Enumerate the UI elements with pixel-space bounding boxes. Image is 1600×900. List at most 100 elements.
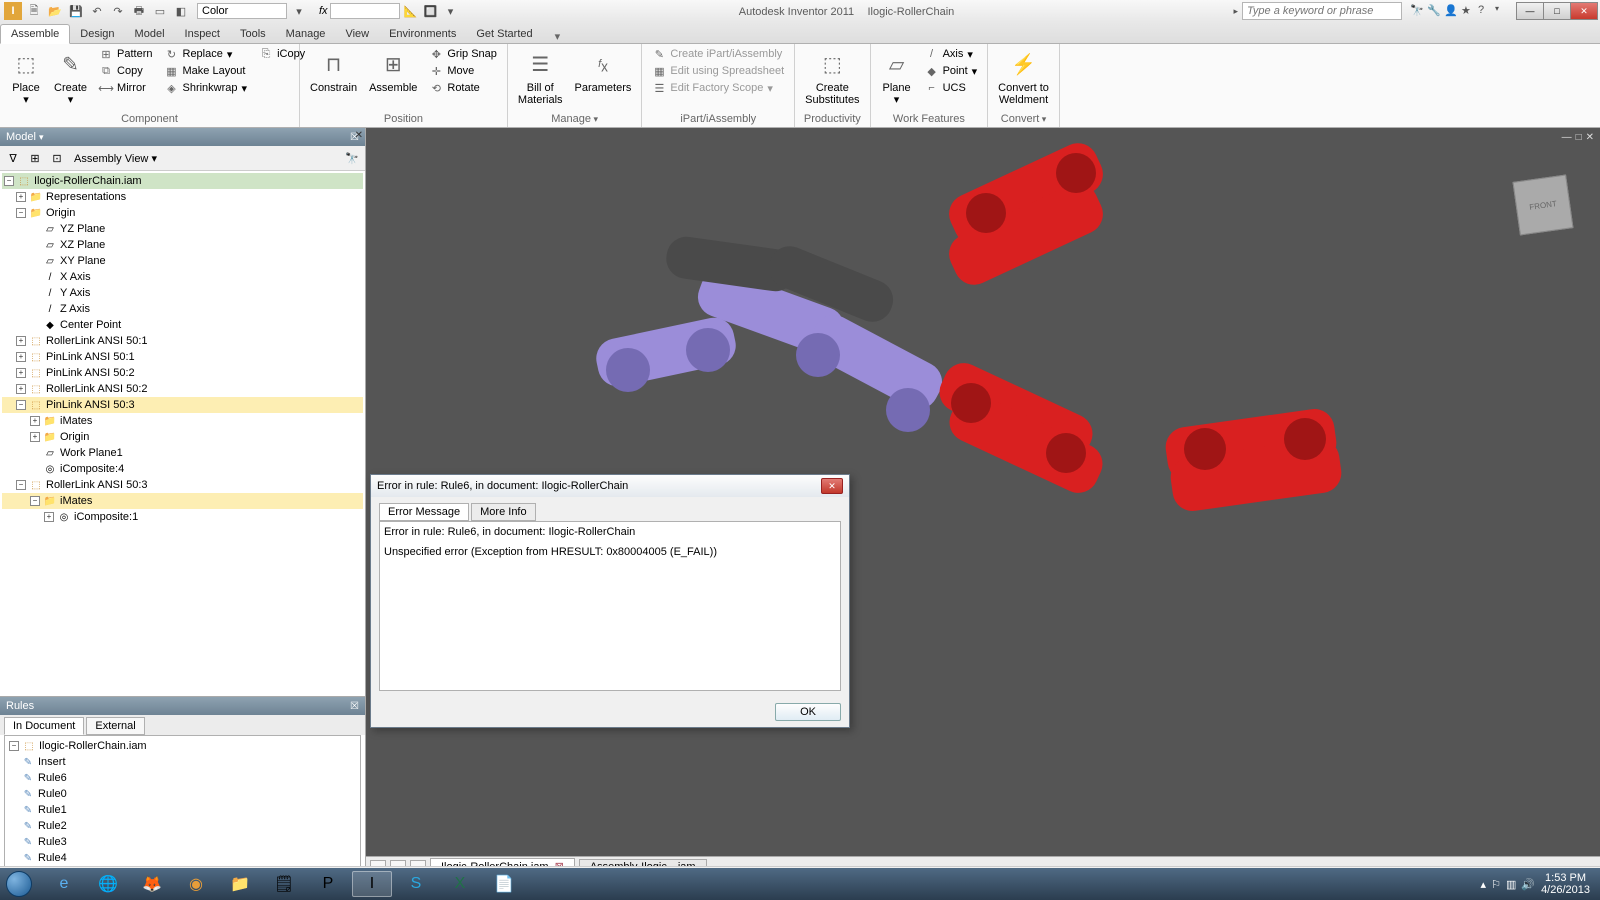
maximize-button[interactable]: □	[1543, 2, 1571, 20]
point-button[interactable]: ◆Point ▾	[921, 63, 982, 79]
replace-button[interactable]: ↻Replace ▾	[161, 46, 252, 62]
tree-node-rl1[interactable]: +⬚RollerLink ANSI 50:1	[2, 333, 363, 349]
group-convert-title[interactable]: Convert	[994, 111, 1053, 127]
tray-volume-icon[interactable]: 🔊	[1521, 878, 1535, 891]
tree-node-representations[interactable]: +📁Representations	[2, 189, 363, 205]
assembly-view-label[interactable]: Assembly View ▾	[74, 152, 157, 165]
tab-tools[interactable]: Tools	[230, 25, 276, 43]
rules-panel-header[interactable]: Rules ☒	[0, 697, 365, 715]
binoculars-icon[interactable]: 🔭	[1410, 4, 1424, 18]
fx-input[interactable]	[330, 3, 400, 19]
tree-node-icomp4[interactable]: ·◎iComposite:4	[2, 461, 363, 477]
dialog-ok-button[interactable]: OK	[775, 703, 841, 721]
tree-node-rl2[interactable]: +⬚RollerLink ANSI 50:2	[2, 381, 363, 397]
tab-view[interactable]: View	[335, 25, 379, 43]
pattern-button[interactable]: ⊞Pattern	[95, 46, 156, 62]
print-icon[interactable]: 🖶	[130, 2, 148, 20]
user-icon[interactable]: 👤	[1444, 4, 1458, 18]
create-button[interactable]: ✎Create▾	[50, 46, 91, 108]
dialog-titlebar[interactable]: Error in rule: Rule6, in document: Ilogi…	[371, 475, 849, 497]
qat-dropdown-icon[interactable]: ▾	[442, 2, 460, 20]
tree-node-xy[interactable]: ·▱XY Plane	[2, 253, 363, 269]
chain-link-dark[interactable]	[666, 223, 886, 313]
panel-close-icon[interactable]: ✕	[355, 130, 363, 141]
tree-node-rl3[interactable]: −⬚RollerLink ANSI 50:3	[2, 477, 363, 493]
parameters-button[interactable]: fₓParameters	[571, 46, 636, 96]
mirror-button[interactable]: ⟷Mirror	[95, 80, 156, 96]
toggle-icon[interactable]: ⊞	[26, 149, 44, 167]
material-icon[interactable]: ◧	[172, 2, 190, 20]
taskbar-excel-icon[interactable]: X	[440, 871, 480, 897]
tray-up-icon[interactable]: ▴	[1481, 878, 1487, 891]
tree-node-imates[interactable]: +📁iMates	[2, 413, 363, 429]
search-input[interactable]	[1242, 2, 1402, 20]
dialog-body[interactable]: Error in rule: Rule6, in document: Ilogi…	[379, 521, 841, 691]
tray-flag-icon[interactable]: ⚐	[1491, 878, 1501, 891]
taskbar-reader-icon[interactable]: 📄	[484, 871, 524, 897]
appearance-icon[interactable]: 🔲	[422, 2, 440, 20]
start-button[interactable]	[0, 868, 38, 900]
axis-button[interactable]: /Axis ▾	[921, 46, 982, 62]
binoculars-icon[interactable]: 🔭	[343, 149, 361, 167]
rule-insert[interactable]: ✎Insert	[7, 754, 358, 770]
select-icon[interactable]: ▭	[151, 2, 169, 20]
filter-icon[interactable]: ∇	[4, 149, 22, 167]
tree-node-zaxis[interactable]: ·/Z Axis	[2, 301, 363, 317]
taskbar-app-icon[interactable]: ◉	[176, 871, 216, 897]
model-tree[interactable]: −⬚Ilogic-RollerChain.iam +📁Representatio…	[0, 171, 365, 696]
tree-node-workplane1[interactable]: ·▱Work Plane1	[2, 445, 363, 461]
plane-button[interactable]: ▱Plane▾	[877, 46, 917, 108]
rules-tab-in-document[interactable]: In Document	[4, 717, 84, 735]
rules-root[interactable]: −⬚Ilogic-RollerChain.iam	[7, 738, 358, 754]
taskbar-explorer-icon[interactable]: 📁	[220, 871, 260, 897]
redo-icon[interactable]: ↷	[109, 2, 127, 20]
rule-0[interactable]: ✎Rule0	[7, 786, 358, 802]
tree-node-pl1[interactable]: +⬚PinLink ANSI 50:1	[2, 349, 363, 365]
close-button[interactable]	[1570, 2, 1598, 20]
tree-node-pl3[interactable]: −⬚PinLink ANSI 50:3	[2, 397, 363, 413]
tray-network-icon[interactable]: ▥	[1506, 878, 1516, 891]
rule-6[interactable]: ✎Rule6	[7, 770, 358, 786]
ucs-button[interactable]: ⌐UCS	[921, 80, 982, 96]
tab-manage[interactable]: Manage	[276, 25, 336, 43]
tree-node-pl2[interactable]: +⬚PinLink ANSI 50:2	[2, 365, 363, 381]
tab-assemble[interactable]: Assemble	[0, 24, 70, 44]
view-icon[interactable]: ⊡	[48, 149, 66, 167]
tree-node-xz[interactable]: ·▱XZ Plane	[2, 237, 363, 253]
app-icon[interactable]: I	[4, 2, 22, 20]
rule-3[interactable]: ✎Rule3	[7, 834, 358, 850]
viewcube[interactable]: FRONT	[1513, 175, 1574, 236]
make-layout-button[interactable]: ▦Make Layout	[161, 63, 252, 79]
tab-design[interactable]: Design	[70, 25, 124, 43]
tree-root[interactable]: −⬚Ilogic-RollerChain.iam	[2, 173, 363, 189]
taskbar-firefox-icon[interactable]: 🦊	[132, 871, 172, 897]
tree-node-origin2[interactable]: +📁Origin	[2, 429, 363, 445]
taskbar-skype-icon[interactable]: S	[396, 871, 436, 897]
chain-link-red-2[interactable]	[936, 358, 1106, 488]
tree-node-imates2[interactable]: −📁iMates	[2, 493, 363, 509]
star-icon[interactable]: ★	[1461, 4, 1475, 18]
undo-icon[interactable]: ↶	[88, 2, 106, 20]
tree-node-xaxis[interactable]: ·/X Axis	[2, 269, 363, 285]
taskbar-notes-icon[interactable]: 🗒	[264, 871, 304, 897]
rules-tree[interactable]: −⬚Ilogic-RollerChain.iam ✎Insert ✎Rule6 …	[4, 735, 361, 872]
tab-environments[interactable]: Environments	[379, 25, 466, 43]
tree-node-origin[interactable]: −📁Origin	[2, 205, 363, 221]
move-button[interactable]: ✛Move	[425, 63, 501, 79]
new-icon[interactable]: 🗎	[25, 2, 43, 20]
minimize-button[interactable]	[1516, 2, 1544, 20]
create-ipart-button[interactable]: ✎Create iPart/iAssembly	[648, 46, 788, 62]
taskbar-chrome-icon[interactable]: 🌐	[88, 871, 128, 897]
taskbar-inventor-icon[interactable]: I	[352, 871, 392, 897]
save-icon[interactable]: 💾	[67, 2, 85, 20]
tab-get-started[interactable]: Get Started	[466, 25, 542, 43]
dialog-close-button[interactable]: ✕	[821, 478, 843, 494]
constrain-button[interactable]: ⊓Constrain	[306, 46, 361, 96]
place-button[interactable]: ⬚Place▾	[6, 46, 46, 108]
group-manage-title[interactable]: Manage	[514, 111, 635, 127]
chain-link-red-1[interactable]	[946, 138, 1116, 268]
pin-icon[interactable]: ☒	[350, 701, 359, 712]
open-icon[interactable]: 📂	[46, 2, 64, 20]
key-icon[interactable]: 🔧	[1427, 4, 1441, 18]
taskbar-ie-icon[interactable]: e	[44, 871, 84, 897]
